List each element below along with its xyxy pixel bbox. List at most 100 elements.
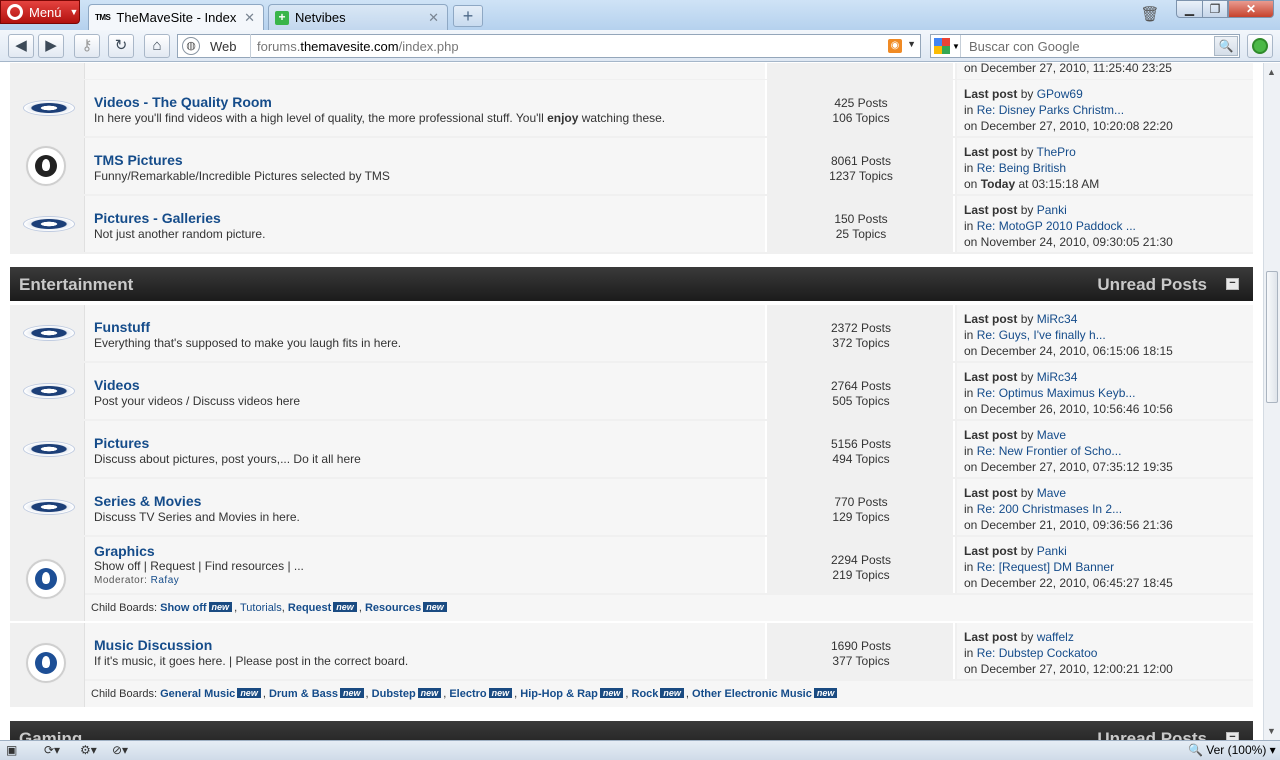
board-stats: 8061 Posts 1237 Topics (769, 138, 955, 194)
url-text[interactable]: forums.themavesite.com/index.php (257, 39, 459, 54)
last-post-info: Last post by GPow69 in Re: Disney Parks … (957, 80, 1253, 136)
last-post-date: on December 27, 2010, 07:35:12 19:35 (964, 460, 1173, 474)
home-button[interactable]: ⌂ (144, 34, 170, 58)
last-post-author-link[interactable]: Panki (1037, 544, 1067, 558)
last-post-topic-link[interactable]: Re: Dubstep Cockatoo (977, 646, 1098, 660)
back-button[interactable]: ◀ (8, 34, 34, 58)
child-board-link[interactable]: Dubstep (372, 688, 416, 700)
child-board-link[interactable]: Drum & Bass (269, 688, 338, 700)
last-post-author-link[interactable]: Mave (1037, 486, 1066, 500)
tms-favicon-icon: TMS (95, 13, 111, 22)
scrollbar-thumb[interactable] (1266, 271, 1278, 403)
board-eye-icon (23, 325, 75, 341)
last-post-date: on December 26, 2010, 10:56:46 10:56 (964, 402, 1173, 416)
last-post-author-link[interactable]: Mave (1037, 428, 1066, 442)
last-post-date: on December 24, 2010, 06:15:06 18:15 (964, 344, 1173, 358)
last-post-topic-link[interactable]: Re: [Request] DM Banner (977, 560, 1114, 574)
child-board-link[interactable]: Request (288, 602, 331, 614)
board-title-link[interactable]: Series & Movies (94, 493, 201, 509)
new-badge: new (599, 688, 624, 698)
board-title-link[interactable]: Graphics (94, 543, 155, 559)
category-title[interactable]: Entertainment (19, 275, 133, 295)
child-board-link[interactable]: Tutorials (240, 602, 282, 614)
unread-posts-link[interactable]: Unread Posts (1097, 729, 1207, 740)
unite-icon[interactable]: ⚙▾ (80, 743, 97, 759)
last-post-author-link[interactable]: GPow69 (1037, 87, 1083, 101)
last-post-topic-link[interactable]: Re: Being British (977, 161, 1066, 175)
vertical-scrollbar[interactable]: ▲ ▼ (1263, 63, 1280, 740)
last-post-topic-link[interactable]: Re: Optimus Maximus Keyb... (977, 386, 1136, 400)
page-viewport: on December 27, 2010, 11:25:40 23:25 Vid… (0, 63, 1263, 740)
new-badge: new (417, 688, 442, 698)
last-post-author-link[interactable]: waffelz (1037, 630, 1074, 644)
opera-menu-button[interactable]: Menú ▼ (0, 0, 80, 24)
address-field[interactable]: ◍ Web forums.themavesite.com/index.php ◉… (177, 34, 921, 58)
board-title-link[interactable]: TMS Pictures (94, 152, 183, 168)
child-board-link[interactable]: Other Electronic Music (692, 688, 812, 700)
menu-label: Menú (29, 4, 62, 20)
last-post-topic-link[interactable]: Re: Disney Parks Christm... (977, 103, 1124, 117)
child-board-link[interactable]: Hip-Hop & Rap (520, 688, 598, 700)
category-title[interactable]: Gaming (19, 729, 82, 740)
last-post-author-link[interactable]: ThePro (1037, 145, 1076, 159)
board-flame-icon (26, 146, 66, 186)
close-window-button[interactable]: ✕ (1228, 0, 1274, 18)
opera-unite-button[interactable] (1247, 34, 1273, 58)
globe-icon: ◍ (182, 37, 200, 55)
search-field[interactable]: ▼ Buscar con Google 🔍 (930, 34, 1240, 58)
forward-button[interactable]: ▶ (38, 34, 64, 58)
tab-themavesite[interactable]: TMS TheMaveSite - Index ✕ (88, 4, 264, 30)
last-post-topic-link[interactable]: Re: MotoGP 2010 Paddock ... (977, 219, 1136, 233)
zoom-control[interactable]: 🔍 Ver (100%) ▾ (1188, 743, 1276, 757)
last-post-author-link[interactable]: MiRc34 (1037, 370, 1078, 384)
forum-board-row: on December 27, 2010, 11:25:40 23:25 (10, 63, 1253, 81)
last-post-info: Last post by Mave in Re: 200 Christmases… (957, 479, 1253, 535)
address-mode-label: Web (210, 38, 237, 54)
board-stats: 770 Posts 129 Topics (769, 479, 955, 535)
reload-button[interactable]: ↻ (108, 34, 134, 58)
unread-posts-link[interactable]: Unread Posts (1097, 275, 1207, 295)
block-content-icon[interactable]: ⊘▾ (112, 743, 128, 759)
board-title-link[interactable]: Funstuff (94, 319, 150, 335)
child-board-link[interactable]: Show off (160, 602, 206, 614)
last-post-topic-link[interactable]: Re: 200 Christmases In 2... (977, 502, 1122, 516)
chevron-down-icon[interactable]: ▼ (907, 39, 916, 49)
wand-key-icon[interactable]: ⚷ (74, 34, 100, 58)
last-post-author-link[interactable]: MiRc34 (1037, 312, 1078, 326)
board-title-link[interactable]: Videos - The Quality Room (94, 94, 272, 110)
board-title-link[interactable]: Videos (94, 377, 140, 393)
child-board-link[interactable]: Rock (632, 688, 659, 700)
last-post-topic-link[interactable]: Re: New Frontier of Scho... (977, 444, 1122, 458)
last-post-topic-link[interactable]: Re: Guys, I've finally h... (977, 328, 1106, 342)
moderator-link[interactable]: Rafay (151, 575, 180, 586)
search-icon[interactable]: 🔍 (1214, 36, 1238, 56)
turbo-icon[interactable]: ⟳▾ (44, 743, 60, 759)
google-engine-icon[interactable]: ▼ (931, 35, 961, 57)
board-title-link[interactable]: Pictures (94, 435, 149, 451)
rss-feed-icon[interactable]: ◉ (888, 39, 902, 53)
scroll-down-icon[interactable]: ▼ (1267, 726, 1276, 736)
last-post-date: on December 27, 2010, 12:00:21 12:00 (964, 662, 1173, 676)
last-post-info: Last post by Mave in Re: New Frontier of… (957, 421, 1253, 477)
board-title-link[interactable]: Music Discussion (94, 637, 212, 653)
collapse-category-button[interactable]: − (1226, 278, 1239, 290)
new-badge: new (660, 688, 684, 698)
child-board-link[interactable]: General Music (160, 688, 235, 700)
maximize-button[interactable]: ❐ (1202, 0, 1228, 18)
panel-toggle-icon[interactable]: ▣ (6, 743, 17, 759)
scroll-up-icon[interactable]: ▲ (1267, 67, 1276, 77)
minimize-button[interactable]: ▁ (1176, 0, 1203, 18)
search-placeholder: Buscar con Google (969, 38, 1080, 54)
child-boards-label: Child Boards: (91, 602, 158, 614)
last-post-author-link[interactable]: Panki (1037, 203, 1067, 217)
close-tab-icon[interactable]: ✕ (244, 10, 255, 26)
tab-netvibes[interactable]: + Netvibes ✕ (268, 4, 448, 30)
child-board-link[interactable]: Resources (365, 602, 421, 614)
trash-icon[interactable]: 🗑 (1140, 5, 1160, 25)
collapse-category-button[interactable]: − (1226, 732, 1239, 740)
board-title-link[interactable]: Pictures - Galleries (94, 210, 221, 226)
close-tab-icon[interactable]: ✕ (428, 10, 439, 26)
new-tab-button[interactable]: + (453, 5, 483, 27)
board-stats: 5156 Posts 494 Topics (769, 421, 955, 477)
child-board-link[interactable]: Electro (449, 688, 486, 700)
